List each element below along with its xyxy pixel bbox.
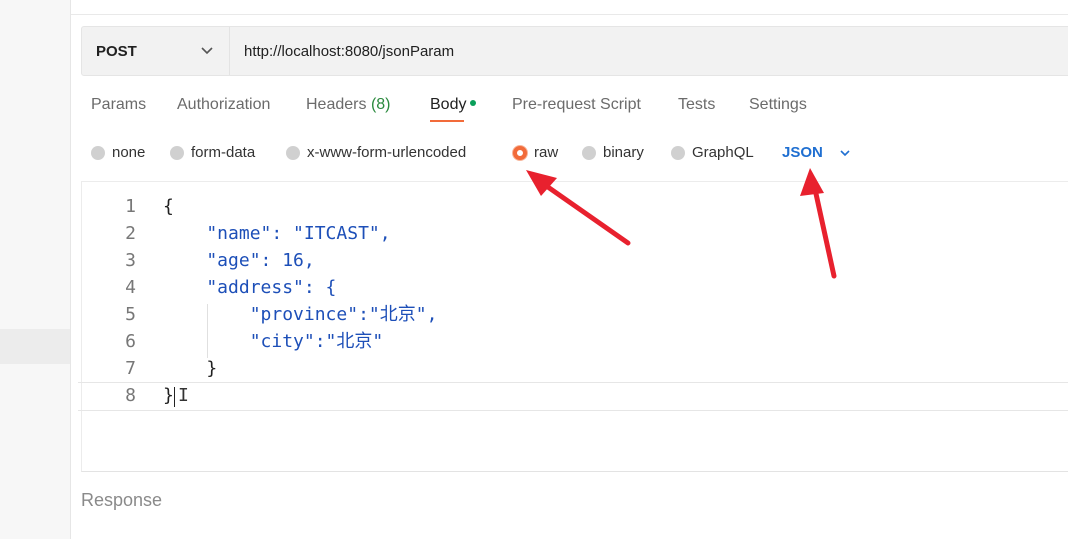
- line-number: 8: [125, 385, 136, 406]
- body-type-graphql[interactable]: GraphQL: [671, 144, 754, 161]
- left-sidebar: [0, 0, 71, 539]
- body-type-raw[interactable]: raw: [513, 144, 558, 161]
- method-select[interactable]: POST: [82, 27, 230, 75]
- line-number: 2: [125, 223, 136, 244]
- tab-strip: [71, 0, 1068, 15]
- body-type-urlencoded[interactable]: x-www-form-urlencoded: [286, 144, 466, 161]
- code-line: {: [163, 196, 174, 217]
- body-type-binary[interactable]: binary: [582, 144, 644, 161]
- option-label: raw: [534, 144, 559, 161]
- body-type-none[interactable]: none: [91, 144, 145, 161]
- option-label: none: [112, 144, 146, 161]
- tab-tests[interactable]: Tests: [678, 96, 715, 114]
- tab-headers[interactable]: Headers (8): [306, 96, 391, 114]
- line-number: 6: [125, 331, 136, 352]
- code-line: "name": "ITCAST",: [163, 223, 391, 244]
- line-number: 4: [125, 277, 136, 298]
- radio-icon: [671, 145, 685, 160]
- ibeam-cursor-icon: I: [178, 385, 189, 406]
- language-label: JSON: [782, 144, 823, 161]
- tab-label: Params: [91, 96, 147, 113]
- option-label: GraphQL: [692, 144, 754, 161]
- chevron-down-icon: [201, 47, 213, 55]
- line-number: 7: [125, 358, 136, 379]
- option-label: x-www-form-urlencoded: [307, 144, 467, 161]
- line-number: 3: [125, 250, 136, 271]
- tab-params[interactable]: Params: [91, 96, 146, 114]
- code-line: }: [163, 358, 218, 379]
- current-line-highlight: [78, 382, 1068, 411]
- response-section-label: Response: [81, 490, 163, 510]
- request-url-bar: POST http://localhost:8080/jsonParam: [81, 26, 1068, 76]
- tab-body[interactable]: Body: [430, 96, 477, 122]
- active-tab-indicator: [430, 120, 465, 122]
- tab-pre-request-script[interactable]: Pre-request Script: [512, 96, 641, 114]
- line-number: 5: [125, 304, 136, 325]
- radio-icon: [91, 145, 105, 160]
- radio-icon: [286, 145, 300, 160]
- tab-label: Headers: [306, 96, 367, 113]
- radio-icon: [170, 145, 184, 160]
- code-line: "age": 16,: [163, 250, 315, 271]
- code-line: "address": {: [163, 277, 337, 298]
- tab-label: Body: [430, 96, 467, 113]
- code-line: }: [163, 385, 174, 406]
- code-line: "city":"北京": [163, 331, 384, 352]
- option-label: binary: [603, 144, 644, 161]
- tab-label: Settings: [749, 96, 807, 113]
- url-input[interactable]: http://localhost:8080/jsonParam: [244, 27, 454, 75]
- body-type-form-data[interactable]: form-data: [170, 144, 255, 161]
- option-label: form-data: [191, 144, 256, 161]
- language-select[interactable]: JSON: [782, 144, 851, 161]
- method-label: POST: [96, 42, 137, 60]
- line-number: 1: [125, 196, 136, 217]
- text-caret: [174, 387, 175, 407]
- tab-label: Pre-request Script: [512, 96, 641, 113]
- radio-icon: [582, 145, 596, 160]
- sidebar-selected-item[interactable]: [0, 329, 70, 364]
- code-line: "province":"北京",: [163, 304, 438, 325]
- tab-label: Authorization: [177, 96, 271, 113]
- headers-count-badge: (8): [370, 96, 391, 113]
- radio-checked-icon: [513, 145, 527, 160]
- body-status-dot: [470, 99, 477, 106]
- tab-authorization[interactable]: Authorization: [177, 96, 270, 114]
- tab-settings[interactable]: Settings: [749, 96, 807, 114]
- chevron-down-icon: [840, 149, 850, 156]
- tab-label: Tests: [678, 96, 716, 113]
- url-text: http://localhost:8080/jsonParam: [244, 42, 455, 60]
